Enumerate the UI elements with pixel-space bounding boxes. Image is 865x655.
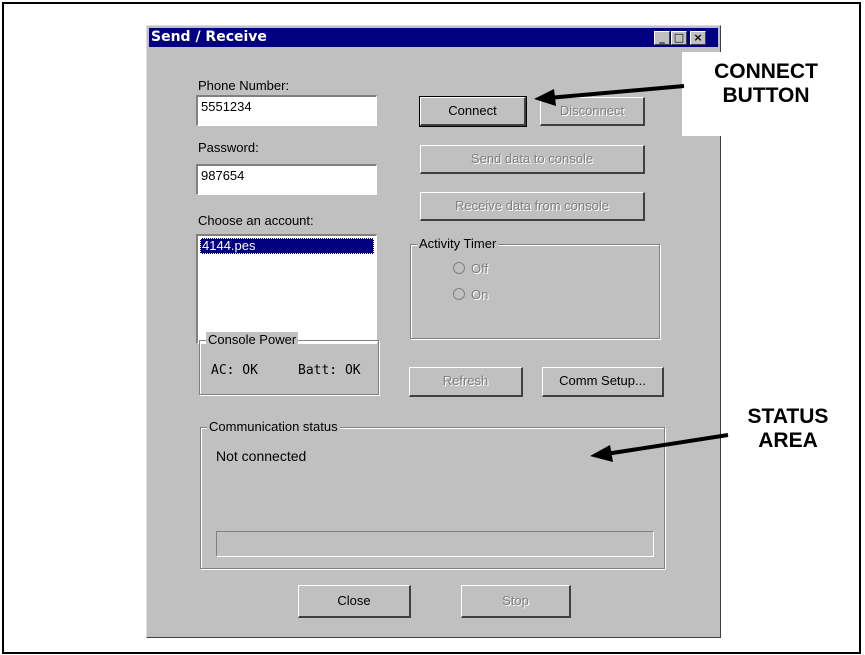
connect-arrow-icon (534, 84, 685, 106)
callout-arrows (534, 84, 729, 462)
status-arrow-icon (590, 433, 729, 462)
